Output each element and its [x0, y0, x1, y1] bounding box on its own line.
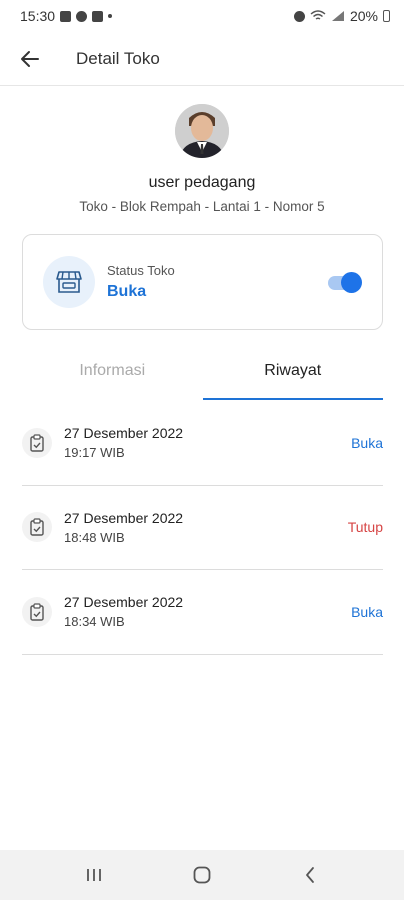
system-back-button[interactable] — [290, 855, 330, 895]
merchant-profile: user pedagang Toko - Blok Rempah - Lanta… — [0, 104, 404, 214]
app-notification-icon — [92, 10, 104, 22]
chevron-left-icon — [306, 867, 314, 883]
tab-riwayat[interactable]: Riwayat — [202, 342, 384, 400]
history-date: 27 Desember 2022 — [64, 594, 184, 611]
tab-bar: Informasi Riwayat — [22, 342, 383, 400]
history-status: Buka — [351, 603, 383, 620]
app-bar: Detail Toko — [0, 32, 404, 86]
store-status-text: Status Toko Buka — [107, 263, 326, 301]
whatsapp-notification-icon — [76, 10, 88, 22]
store-icon-badge — [43, 256, 95, 308]
list-item[interactable]: 27 Desember 2022 18:34 WIB Buka — [22, 570, 383, 655]
store-open-toggle[interactable] — [326, 271, 362, 293]
page-title: Detail Toko — [76, 48, 160, 68]
home-icon — [193, 866, 211, 884]
user-name: user pedagang — [148, 174, 256, 191]
clock: 15:30 — [20, 8, 56, 24]
history-time: 19:17 WIB — [64, 445, 125, 461]
history-status: Tutup — [347, 519, 383, 536]
clipboard-check-icon — [22, 596, 52, 627]
history-item-text: 27 Desember 2022 18:34 WIB — [64, 594, 351, 629]
store-status-card: Status Toko Buka — [22, 234, 383, 330]
history-list: 27 Desember 2022 19:17 WIB Buka 27 Desem… — [22, 401, 383, 655]
alarm-icon — [293, 10, 305, 22]
list-item[interactable]: 27 Desember 2022 19:17 WIB Buka — [22, 401, 383, 486]
user-photo-icon — [175, 104, 229, 158]
system-status-bar: 15:30 20% — [0, 0, 404, 32]
gallery-notification-icon — [60, 10, 72, 22]
store-status-label: Status Toko — [107, 263, 175, 278]
store-location: Toko - Blok Rempah - Lantai 1 - Nomor 5 — [79, 199, 325, 214]
list-item[interactable]: 27 Desember 2022 18:48 WIB Tutup — [22, 486, 383, 570]
history-status: Buka — [351, 434, 383, 451]
battery-icon — [383, 10, 390, 22]
history-date: 27 Desember 2022 — [64, 425, 184, 442]
store-status-value: Buka — [107, 283, 147, 300]
wifi-icon — [310, 10, 326, 20]
home-button[interactable] — [182, 855, 222, 895]
system-navigation-bar — [0, 850, 404, 900]
more-notifications-icon — [108, 14, 113, 18]
store-icon — [56, 271, 82, 293]
clipboard-check-icon — [22, 512, 52, 543]
status-left: 15:30 — [20, 8, 113, 24]
toggle-thumb — [341, 272, 362, 293]
recent-apps-icon — [87, 869, 101, 881]
arrow-left-icon — [21, 50, 39, 67]
avatar — [175, 104, 229, 158]
history-item-text: 27 Desember 2022 18:48 WIB — [64, 510, 348, 545]
tab-informasi[interactable]: Informasi — [22, 342, 203, 400]
history-time: 18:34 WIB — [64, 614, 125, 630]
recent-apps-button[interactable] — [74, 855, 114, 895]
history-time: 18:48 WIB — [64, 529, 125, 545]
battery-percent: 20% — [349, 8, 378, 24]
history-date: 27 Desember 2022 — [64, 509, 184, 526]
clipboard-check-icon — [22, 427, 52, 458]
history-item-text: 27 Desember 2022 19:17 WIB — [64, 425, 351, 460]
signal-icon — [331, 11, 344, 21]
status-right: 20% — [293, 8, 390, 24]
back-button[interactable] — [0, 32, 60, 86]
